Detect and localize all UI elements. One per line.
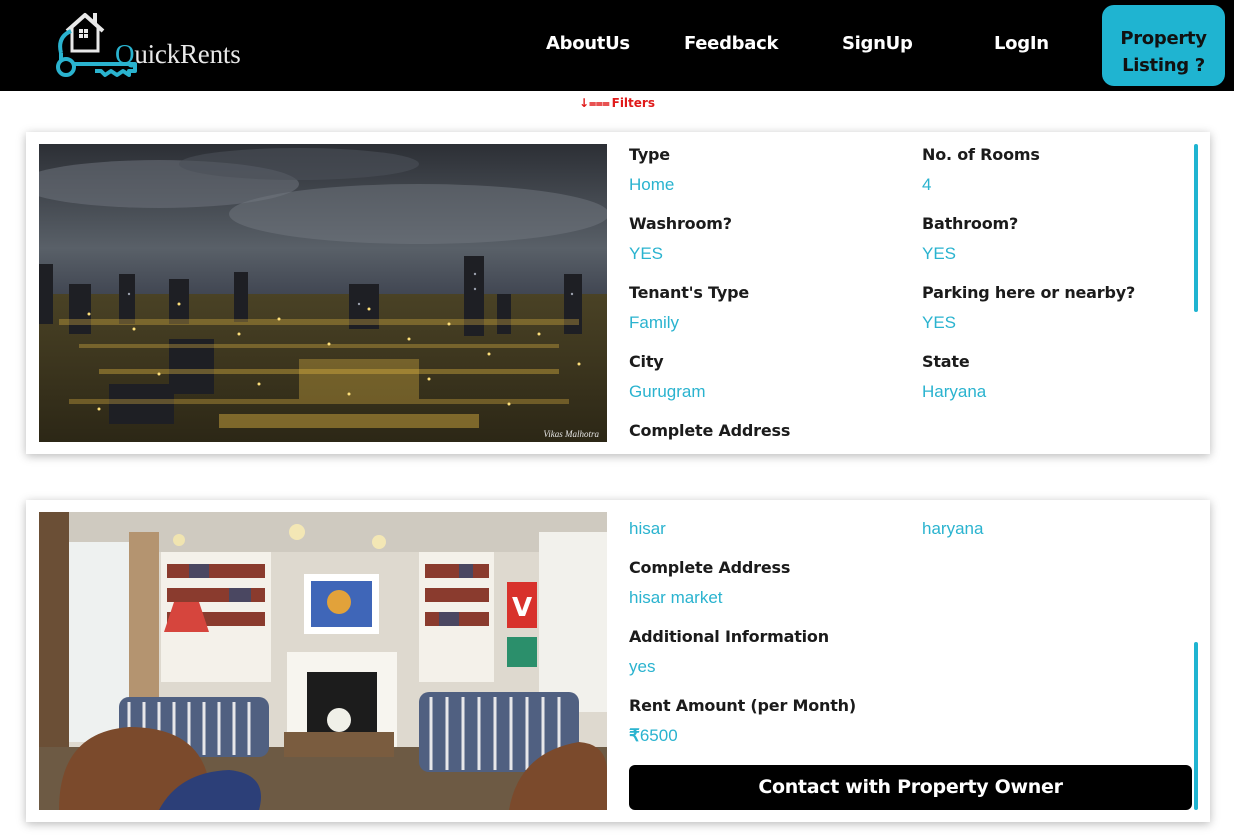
address-value: hisar market [629, 588, 723, 607]
washroom-value: YES [629, 244, 664, 263]
type-label: Type [629, 145, 670, 164]
property-details: hisar haryana Complete Address hisar mar… [628, 500, 1204, 822]
rooms-label: No. of Rooms [922, 145, 1040, 164]
rupee-icon: ₹ [629, 726, 640, 745]
navbar: QuickRents AboutUs Feedback SignUp LogIn… [0, 0, 1234, 91]
sort-filter-icon: ↓⩶ [579, 96, 610, 110]
nav-login-link[interactable]: LogIn [994, 33, 1049, 54]
address-label: Complete Address [629, 421, 791, 440]
property-photo-living-room: V [39, 512, 607, 810]
logo-letter-q: Q [115, 39, 135, 69]
state-value: haryana [922, 519, 984, 538]
city-label: City [629, 352, 664, 371]
rooms-value: 4 [922, 175, 932, 194]
filters-label: Filters [611, 96, 655, 110]
nav-signup-link[interactable]: SignUp [842, 33, 913, 54]
rent-amount: 6500 [639, 726, 678, 745]
property-listing-button[interactable]: Property Listing ? [1102, 5, 1225, 86]
property-details: Type Home No. of Rooms 4 Washroom? YES B… [628, 132, 1204, 454]
tenant-type-label: Tenant's Type [629, 283, 750, 302]
svg-text:V: V [512, 593, 532, 623]
parking-value: YES [922, 313, 957, 332]
logo-text: QuickRents [115, 39, 241, 70]
filters-toggle[interactable]: ↓⩶ Filters [0, 96, 1234, 111]
state-value: Haryana [922, 382, 987, 401]
tenant-type-value: Family [629, 313, 680, 332]
additional-info-value: yes [629, 657, 656, 676]
rent-value: ₹6500 [629, 726, 678, 746]
bathroom-value: YES [922, 244, 957, 263]
logo-name: uickRents [134, 39, 241, 69]
city-value: Gurugram [629, 382, 706, 401]
property-card: V hisar haryana Complete Address hisar m… [26, 500, 1210, 822]
details-scrollbar[interactable] [1194, 642, 1198, 810]
nav-about-link[interactable]: AboutUs [546, 33, 630, 54]
cta-line-1: Property [1120, 28, 1207, 49]
details-scrollbar[interactable] [1194, 144, 1198, 312]
state-label: State [922, 352, 970, 371]
bathroom-label: Bathroom? [922, 214, 1019, 233]
quickrents-logo[interactable]: QuickRents [55, 9, 255, 83]
photo-watermark: Vikas Malhotra [543, 429, 599, 439]
city-value: hisar [629, 519, 666, 538]
type-value: Home [629, 175, 675, 194]
washroom-label: Washroom? [629, 214, 732, 233]
property-photo-city: Vikas Malhotra [39, 144, 607, 442]
city-night-image: Vikas Malhotra [39, 144, 607, 442]
rent-label: Rent Amount (per Month) [629, 696, 856, 715]
living-room-image: V [39, 512, 607, 810]
additional-info-label: Additional Information [629, 627, 829, 646]
contact-owner-button[interactable]: Contact with Property Owner [629, 765, 1192, 810]
parking-label: Parking here or nearby? [922, 283, 1136, 302]
property-card: Vikas Malhotra Type Home No. of Rooms 4 … [26, 132, 1210, 454]
address-label: Complete Address [629, 558, 791, 577]
cta-line-2: Listing ? [1122, 55, 1205, 76]
nav-feedback-link[interactable]: Feedback [684, 33, 778, 54]
